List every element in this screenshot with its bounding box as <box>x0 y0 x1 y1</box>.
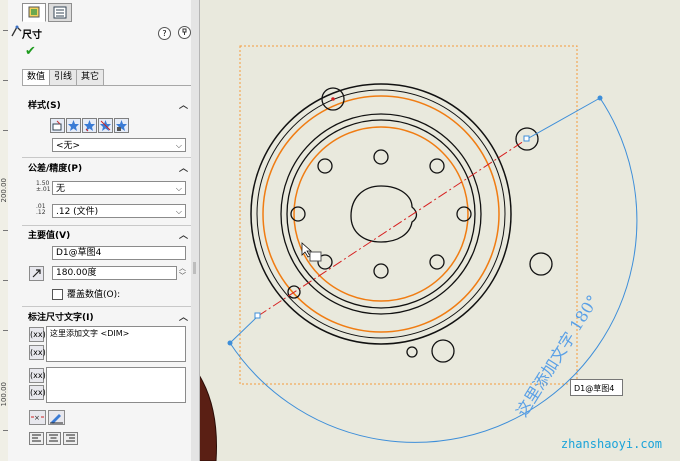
dimension-text-area-lower[interactable] <box>46 367 186 403</box>
save-style-button[interactable] <box>114 118 129 133</box>
background-part <box>200 375 217 461</box>
reverse-direction-button[interactable] <box>29 266 44 281</box>
spin-up-icon[interactable]: ︿ <box>179 264 186 272</box>
splitter-grip[interactable] <box>193 262 196 274</box>
style-combo[interactable]: <无> ⌵ <box>52 138 186 152</box>
insert-dim-lower2-button[interactable]: (xx) <box>29 385 46 400</box>
star-delete-icon <box>100 120 111 131</box>
style-section-header[interactable]: 样式(S) ︿ <box>22 98 191 114</box>
dimension-text-area[interactable]: 这里添加文字 <DIM> <box>46 326 186 362</box>
property-manager-icon <box>28 6 40 18</box>
align-left-icon <box>32 434 41 442</box>
insert-dim-below-button[interactable]: (xx) <box>29 345 46 360</box>
dimension-text-section-title: 标注尺寸文字(I) <box>28 313 94 323</box>
add-style-button[interactable] <box>66 118 81 133</box>
help-icons: ? <box>154 26 191 40</box>
dimension-annotation-text: 这里添加文字 180° <box>512 292 602 420</box>
watermark-text: zhanshaoyi.com <box>560 437 662 451</box>
collapse-caret-icon[interactable]: ︿ <box>179 98 188 114</box>
style-default-icon <box>52 120 62 131</box>
handle-bottom <box>254 312 261 319</box>
pencil-icon <box>50 414 63 424</box>
primary-value-section-title: 主要值(V) <box>28 231 71 241</box>
dimension-tooltip: D1@草图4 <box>570 379 623 396</box>
override-label: 覆盖数值(O): <box>67 290 121 300</box>
dimension-arrow-end-bottom <box>227 340 233 346</box>
chevron-down-icon: ⌵ <box>175 184 182 193</box>
property-manager-panel: 尺寸 ? ✔ 数值 引线 其它 样式(S) ︿ <无> ⌵ 公差/精度(P) ︿… <box>8 0 192 461</box>
precision-value: .12 (文件) <box>56 207 99 217</box>
ruler-label-bottom: 100.00 <box>0 382 8 407</box>
tolerance-type-combo[interactable]: 无 ⌵ <box>52 181 186 195</box>
svg-text:×: × <box>34 414 40 422</box>
chevron-down-icon: ⌵ <box>175 141 182 150</box>
ok-check-button[interactable]: ✔ <box>25 44 36 59</box>
align-center-icon <box>49 434 58 442</box>
pin-button[interactable] <box>177 26 191 39</box>
tab-value[interactable]: 数值 <box>22 69 50 86</box>
dimension-name-field[interactable]: D1@草图4 <box>52 246 186 260</box>
help-button[interactable]: ? <box>158 27 171 40</box>
tab-property-manager[interactable] <box>22 3 46 22</box>
dimension-arrow-end-top <box>597 95 603 101</box>
collapse-caret-icon[interactable]: ︿ <box>179 161 188 177</box>
feature-tree-icon <box>53 6 67 19</box>
star-add-icon <box>68 120 79 131</box>
star-save-icon <box>116 120 127 131</box>
dimension-value-field[interactable]: 180.00度 <box>52 266 177 280</box>
collapse-caret-icon[interactable]: ︿ <box>179 310 188 326</box>
primary-value-section-header[interactable]: 主要值(V) ︿ <box>22 228 191 244</box>
precision-combo[interactable]: .12 (文件) ⌵ <box>52 204 186 218</box>
mouse-cursor <box>301 242 322 262</box>
tolerance-section-title: 公差/精度(P) <box>28 164 83 174</box>
middle-circle-2 <box>286 119 476 309</box>
ruler-label-top: 200.00 <box>0 178 8 203</box>
align-right-icon <box>66 434 75 442</box>
style-combo-value: <无> <box>56 141 81 151</box>
tab-feature-tree[interactable] <box>48 3 72 22</box>
align-left-button[interactable] <box>29 432 44 445</box>
text-position-icon: × <box>31 414 44 422</box>
tab-other[interactable]: 其它 <box>76 69 104 86</box>
panel-splitter[interactable] <box>191 0 200 461</box>
override-checkbox[interactable] <box>52 289 63 300</box>
outer-circle <box>250 83 512 345</box>
middle-circle-1 <box>280 113 482 315</box>
apply-default-style-button[interactable] <box>50 118 65 133</box>
text-position-button[interactable]: × <box>29 410 46 425</box>
dimension-text-section-header[interactable]: 标注尺寸文字(I) ︿ <box>22 310 191 326</box>
insert-dim-lower-button[interactable]: (xx) <box>29 368 46 383</box>
spin-buttons[interactable]: ︿ ﹀ <box>179 264 186 280</box>
tolerance-section-header[interactable]: 公差/精度(P) ︿ <box>22 161 191 177</box>
align-right-button[interactable] <box>63 432 78 445</box>
override-checkbox-row[interactable]: 覆盖数值(O): <box>52 287 120 300</box>
spin-down-icon[interactable]: ﹀ <box>179 272 186 280</box>
delete-style-button[interactable] <box>98 118 113 133</box>
insert-dim-button[interactable]: (xx) <box>29 327 46 342</box>
chevron-down-icon: ⌵ <box>175 207 182 216</box>
arrow-diagonal-icon <box>32 269 41 278</box>
dimension-icon <box>11 25 22 37</box>
panel-title: 尺寸 <box>22 30 42 41</box>
tab-leaders[interactable]: 引线 <box>49 69 77 86</box>
update-style-button[interactable] <box>82 118 97 133</box>
small-red-point <box>331 97 335 101</box>
style-section-title: 样式(S) <box>28 101 61 111</box>
align-center-button[interactable] <box>46 432 61 445</box>
star-update-icon <box>84 120 95 132</box>
leader-edit-button[interactable] <box>48 410 65 425</box>
pin-icon <box>182 28 187 35</box>
handle-top <box>523 135 530 142</box>
tolerance-type-value: 无 <box>56 184 66 194</box>
collapse-caret-icon[interactable]: ︿ <box>179 228 188 244</box>
